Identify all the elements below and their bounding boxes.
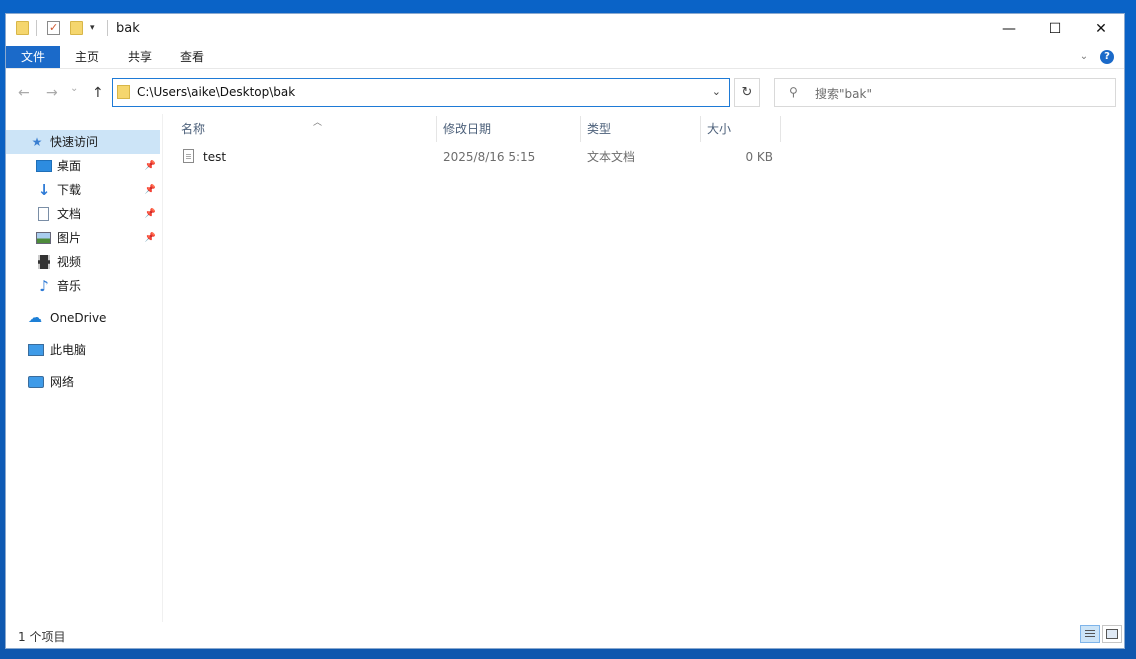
sidebar-item-label: OneDrive — [50, 311, 107, 325]
address-input[interactable]: C:\Users\aike\Desktop\bak — [137, 85, 295, 99]
sidebar-item-label: 音乐 — [57, 279, 82, 293]
address-bar[interactable]: C:\Users\aike\Desktop\bak ⌄ — [112, 78, 730, 107]
sidebar-item-label: 下载 — [57, 183, 82, 197]
music-icon: ♪ — [39, 277, 49, 295]
documents-icon — [38, 207, 49, 221]
file-size: 0 KB — [745, 150, 773, 164]
back-button[interactable]: ← — [18, 85, 30, 101]
file-name: test — [203, 150, 227, 164]
details-view-button[interactable] — [1080, 625, 1100, 643]
sidebar-item-label: 视频 — [57, 255, 82, 269]
forward-button[interactable]: → — [46, 85, 58, 101]
recent-locations-button[interactable]: ⌄ — [70, 83, 78, 94]
column-label: 大小 — [707, 122, 732, 136]
minimize-button[interactable]: — — [986, 14, 1032, 44]
maximize-button[interactable]: ☐ — [1032, 14, 1078, 44]
desktop-icon — [36, 160, 52, 172]
help-icon[interactable]: ? — [1100, 49, 1114, 64]
sidebar-item-label: 快速访问 — [50, 135, 99, 149]
file-modified: 2025/8/16 5:15 — [443, 150, 536, 164]
close-button[interactable]: ✕ — [1078, 14, 1124, 44]
chevron-down-icon[interactable]: ⌄ — [712, 85, 721, 98]
column-header-size[interactable]: 大小 — [701, 116, 781, 142]
sidebar-item-pictures[interactable]: 图片 📌 — [6, 226, 160, 250]
file-list: ︿ 名称 修改日期 类型 大小 test 2025/8/16 5:15 文本文档… — [163, 114, 1120, 622]
status-bar: 1 个项目 — [6, 622, 1124, 649]
tab-home[interactable]: 主页 — [63, 46, 111, 68]
large-icons-view-icon — [1106, 629, 1118, 639]
customize-qat-icon[interactable]: ▾ — [90, 23, 104, 37]
large-icons-view-button[interactable] — [1102, 625, 1122, 643]
folder-icon — [117, 85, 130, 99]
title-separator — [107, 20, 108, 36]
up-button[interactable]: ↑ — [92, 85, 104, 101]
search-box[interactable]: ⚲ 搜索"bak" — [774, 78, 1116, 107]
refresh-button[interactable]: ↻ — [734, 78, 760, 107]
window-title: bak — [116, 21, 140, 36]
star-icon: ★ — [31, 135, 43, 149]
qat-separator — [36, 20, 37, 36]
sidebar-item-onedrive[interactable]: ☁ OneDrive — [6, 306, 160, 330]
new-folder-icon[interactable] — [70, 21, 83, 35]
ribbon-controls: ⌄ ? — [1080, 49, 1114, 64]
search-icon: ⚲ — [789, 85, 798, 99]
pictures-icon — [36, 232, 51, 244]
properties-icon[interactable] — [47, 21, 60, 35]
sort-ascending-icon: ︿ — [313, 118, 323, 128]
text-file-icon — [183, 149, 194, 163]
file-type: 文本文档 — [587, 150, 636, 164]
explorer-window: ▾ bak — ☐ ✕ 文件 主页 共享 查看 ⌄ ? ← → ⌄ ↑ C:\U… — [5, 13, 1125, 649]
sidebar-item-label: 图片 — [57, 231, 82, 245]
sidebar-item-videos[interactable]: 视频 — [6, 250, 160, 274]
tab-share[interactable]: 共享 — [116, 46, 164, 68]
sidebar-item-documents[interactable]: 文档 📌 — [6, 202, 160, 226]
column-header-date[interactable]: 修改日期 — [437, 116, 581, 142]
sidebar-item-label: 网络 — [50, 375, 75, 389]
tab-file[interactable]: 文件 — [6, 46, 61, 68]
onedrive-icon: ☁ — [28, 310, 42, 326]
folder-icon — [16, 21, 29, 35]
title-bar: ▾ bak — ☐ ✕ — [6, 14, 1124, 44]
sidebar-item-network[interactable]: 网络 — [6, 370, 160, 394]
sidebar-item-quick-access[interactable]: ★ 快速访问 — [6, 130, 160, 154]
table-row[interactable]: test 2025/8/16 5:15 文本文档 0 KB — [179, 146, 779, 168]
details-view-icon — [1085, 630, 1095, 631]
search-input[interactable]: 搜索"bak" — [815, 85, 872, 102]
sidebar-item-label: 桌面 — [57, 159, 82, 173]
network-icon — [28, 376, 44, 388]
column-header-name[interactable]: ︿ 名称 — [175, 116, 437, 142]
expand-ribbon-icon[interactable]: ⌄ — [1080, 51, 1088, 62]
sidebar-item-music[interactable]: ♪ 音乐 — [6, 274, 160, 298]
sidebar-item-label: 文档 — [57, 207, 82, 221]
sidebar-item-this-pc[interactable]: 此电脑 — [6, 338, 160, 362]
ribbon-tabs: 文件 主页 共享 查看 ⌄ ? — [6, 44, 1124, 68]
sidebar-item-desktop[interactable]: 桌面 📌 — [6, 154, 160, 178]
download-icon: ↓ — [37, 181, 51, 199]
sidebar-item-downloads[interactable]: ↓ 下载 📌 — [6, 178, 160, 202]
navigation-bar: ← → ⌄ ↑ C:\Users\aike\Desktop\bak ⌄ ↻ ⚲ … — [6, 68, 1124, 115]
pin-icon[interactable]: 📌 — [145, 154, 156, 178]
videos-icon — [38, 255, 50, 269]
computer-icon — [28, 344, 44, 356]
sidebar-item-label: 此电脑 — [50, 343, 87, 357]
navigation-pane: ★ 快速访问 桌面 📌 ↓ 下载 📌 文档 📌 图片 📌 视频 ♪ 音乐 ☁ O… — [6, 114, 163, 622]
pin-icon[interactable]: 📌 — [145, 178, 156, 202]
column-label: 修改日期 — [443, 122, 492, 136]
pin-icon[interactable]: 📌 — [145, 226, 156, 250]
column-header-type[interactable]: 类型 — [581, 116, 701, 142]
column-label: 类型 — [587, 122, 612, 136]
pin-icon[interactable]: 📌 — [145, 202, 156, 226]
column-label: 名称 — [181, 122, 206, 136]
tab-view[interactable]: 查看 — [168, 46, 216, 68]
item-count: 1 个项目 — [18, 630, 66, 644]
